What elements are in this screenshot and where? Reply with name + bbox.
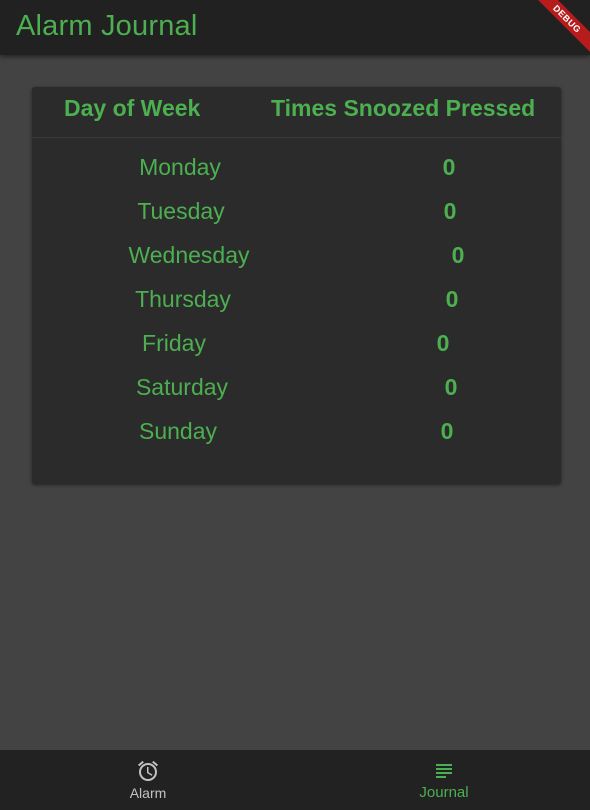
- app-root: Alarm Journal DEBUG Day of Week Times Sn…: [0, 0, 590, 810]
- bottom-navigation-bar: Alarm Journal: [0, 750, 590, 810]
- nav-label-journal: Journal: [419, 784, 469, 801]
- count-cell-sunday: 0: [440, 418, 454, 444]
- count-cell-monday: 0: [442, 154, 456, 180]
- table-row: Tuesday 0: [32, 191, 561, 235]
- debug-banner: DEBUG: [530, 0, 590, 60]
- count-cell-friday: 0: [436, 330, 450, 356]
- day-cell-thursday: Thursday: [135, 286, 231, 312]
- day-cell-tuesday: Tuesday: [137, 198, 225, 224]
- nav-label-alarm: Alarm: [129, 785, 167, 801]
- table-body: Monday 0 Tuesday 0 Wednesday 0 Thursday …: [32, 147, 561, 455]
- column-header-count: Times Snoozed Pressed: [271, 95, 536, 121]
- table-row: Monday 0: [32, 147, 561, 191]
- table-row: Thursday 0: [32, 279, 561, 323]
- table-row: Wednesday 0: [32, 235, 561, 279]
- table-row: Saturday 0: [32, 367, 561, 411]
- count-cell-saturday: 0: [444, 374, 458, 400]
- snooze-table-card: Day of Week Times Snoozed Pressed Monday…: [32, 87, 561, 484]
- table-row: Friday 0: [32, 323, 561, 367]
- day-cell-friday: Friday: [142, 330, 206, 356]
- notes-lines-icon: [436, 764, 452, 778]
- day-cell-saturday: Saturday: [135, 374, 229, 400]
- count-cell-tuesday: 0: [443, 198, 457, 224]
- day-cell-monday: Monday: [139, 154, 221, 180]
- alarm-clock-icon: [138, 760, 158, 781]
- nav-item-journal[interactable]: Journal: [384, 750, 504, 810]
- count-cell-thursday: 0: [445, 286, 459, 312]
- day-cell-wednesday: Wednesday: [128, 242, 250, 268]
- page-title: Alarm Journal: [16, 10, 198, 42]
- column-header-day: Day of Week: [64, 95, 201, 121]
- count-cell-wednesday: 0: [451, 242, 465, 268]
- debug-banner-label: DEBUG: [530, 0, 590, 56]
- app-bar: Alarm Journal: [0, 0, 590, 55]
- table-row: Sunday 0: [32, 411, 561, 455]
- table-header-row: Day of Week Times Snoozed Pressed: [32, 87, 561, 138]
- day-cell-sunday: Sunday: [138, 418, 217, 444]
- nav-item-alarm[interactable]: Alarm: [88, 750, 208, 810]
